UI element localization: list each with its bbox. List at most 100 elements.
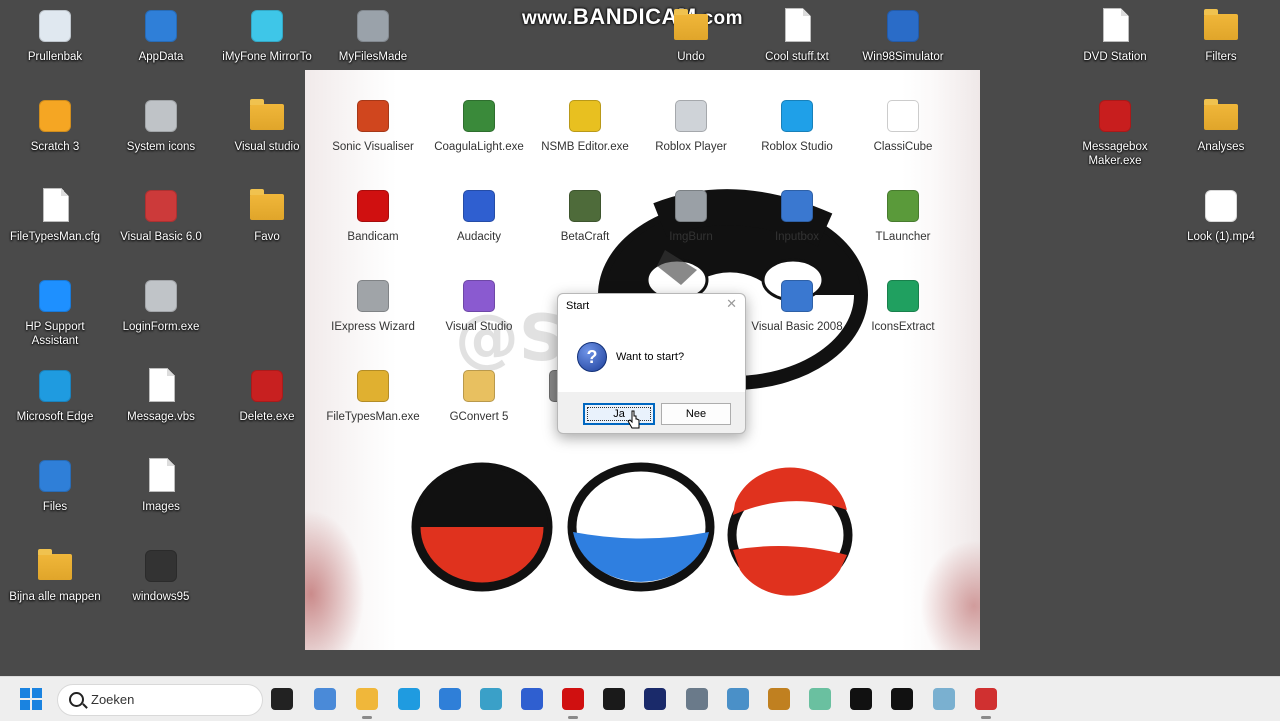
dialog-titlebar[interactable]: Start ✕ — [558, 294, 745, 318]
grass-block-icon — [883, 186, 923, 226]
store-icon — [439, 688, 461, 710]
desktop-icon-vb2008[interactable]: Visual Basic 2008 — [749, 276, 845, 334]
desktop-icon-look[interactable]: Look (1).mp4 — [1173, 186, 1269, 244]
start-button[interactable] — [20, 688, 42, 710]
desktop-icon-images[interactable]: Images — [113, 456, 209, 514]
desktop-icon-label: CoagulaLight.exe — [434, 141, 524, 153]
notepad-icon — [809, 688, 831, 710]
recycle-bin-icon — [35, 6, 75, 46]
desktop-icon-filetypescfg[interactable]: FileTypesMan.cfg — [7, 186, 103, 244]
taskbar-app-terminal[interactable] — [600, 685, 628, 713]
taskbar-app-capcut[interactable] — [847, 685, 875, 713]
desktop-icon-label: Visual Studio — [445, 321, 513, 333]
roblox-icon — [671, 96, 711, 136]
windows-flag-icon — [141, 546, 181, 586]
desktop-icon-label: FileTypesMan.cfg — [9, 231, 101, 243]
desktop-icon-label: Files — [42, 501, 68, 513]
desktop-icon-iconsextract[interactable]: IconsExtract — [855, 276, 951, 334]
desktop-icon-edge[interactable]: Microsoft Edge — [7, 366, 103, 424]
desktop-icon-label: iMyFone MirrorTo — [222, 51, 312, 63]
desktop-icon-betacraft[interactable]: BetaCraft — [537, 186, 633, 244]
desktop-icon-myfilesmade[interactable]: MyFilesMade — [325, 6, 421, 64]
desktop-icon-sonicvis[interactable]: Sonic Visualiser — [325, 96, 421, 154]
vb6-cubes-icon — [141, 186, 181, 226]
taskbar-app-capcut2[interactable] — [888, 685, 916, 713]
visual-studio-icon — [459, 276, 499, 316]
desktop-icon-files[interactable]: Files — [7, 456, 103, 514]
desktop-icon-delete[interactable]: Delete.exe — [219, 366, 315, 424]
desktop-icon-tlauncher[interactable]: TLauncher — [855, 186, 951, 244]
desktop-icon-messagebox[interactable]: Messagebox Maker.exe — [1067, 96, 1163, 168]
dialog-body: ? Want to start? — [558, 318, 745, 392]
script-file-icon — [141, 366, 181, 406]
desktop-icon-imyfone[interactable]: iMyFone MirrorTo — [219, 6, 315, 64]
mario-icon — [565, 96, 605, 136]
desktop-icon-label: Roblox Studio — [761, 141, 833, 153]
desktop-icon-inputbox[interactable]: Inputbox — [749, 186, 845, 244]
gear-window-icon — [141, 276, 181, 316]
desktop-icon-gconvert[interactable]: GConvert 5 — [431, 366, 527, 424]
taskbar-app-eraser[interactable] — [930, 685, 958, 713]
taskbar-app-chrome[interactable] — [311, 685, 339, 713]
desktop-icon-label: ClassiCube — [873, 141, 933, 153]
desktop-icon-classicube[interactable]: ClassiCube — [855, 96, 951, 154]
desktop-icon-undo[interactable]: Undo — [643, 6, 739, 64]
desktop-icon-messagevbs[interactable]: Message.vbs — [113, 366, 209, 424]
desktop-icon-bijna[interactable]: Bijna alle mappen — [7, 546, 103, 604]
desktop-icon-robloxstudio[interactable]: Roblox Studio — [749, 96, 845, 154]
taskbar-app-edge[interactable] — [395, 685, 423, 713]
taskbar-app-globe[interactable] — [477, 685, 505, 713]
taskbar-app-bandicam[interactable] — [559, 685, 587, 719]
desktop-icon-visualstudio_f[interactable]: Visual studio — [219, 96, 315, 154]
desktop-icon-filetypesman[interactable]: FileTypesMan.exe — [325, 366, 421, 424]
yes-button[interactable]: Ja — [583, 403, 655, 425]
desktop-icon-systemicons[interactable]: System icons — [113, 96, 209, 154]
desktop-icon-loginform[interactable]: LoginForm.exe — [113, 276, 209, 334]
desktop-icon-visualstudio[interactable]: Visual Studio — [431, 276, 527, 334]
search-placeholder: Zoeken — [91, 692, 135, 707]
desktop-icon-filters[interactable]: Filters — [1173, 6, 1269, 64]
desktop-icon-hpsupport[interactable]: HP Support Assistant — [7, 276, 103, 348]
taskbar-app-notepad[interactable] — [806, 685, 834, 713]
desktop-icon-coagula[interactable]: CoagulaLight.exe — [431, 96, 527, 154]
desktop-icon-nsmb[interactable]: NSMB Editor.exe — [537, 96, 633, 154]
mirror-icon — [247, 6, 287, 46]
taskbar-app-monitor[interactable] — [724, 685, 752, 713]
mouse-cursor-icon — [627, 410, 640, 429]
taskbar-search-box[interactable]: Zoeken — [57, 684, 263, 716]
desktop-icon-windows95[interactable]: windows95 — [113, 546, 209, 604]
desktop-icon-appdata[interactable]: AppData — [113, 6, 209, 64]
desktop-icon-dvdstation[interactable]: DVD Station — [1067, 6, 1163, 64]
desktop-icon-audacity[interactable]: Audacity — [431, 186, 527, 244]
folder-icon — [671, 6, 711, 46]
desktop-icon-analyses[interactable]: Analyses — [1173, 96, 1269, 154]
taskbar-app-toolbox[interactable] — [972, 685, 1000, 719]
taskbar-app-taskview[interactable] — [268, 685, 296, 713]
desktop-icon-iexpress[interactable]: IExpress Wizard — [325, 276, 421, 334]
desktop-icon-vb6[interactable]: Visual Basic 6.0 — [113, 186, 209, 244]
taskbar-app-audacity[interactable] — [518, 685, 546, 713]
toolbox-icon — [975, 688, 997, 710]
taskbar-app-settings[interactable] — [683, 685, 711, 713]
taskbar-app-store[interactable] — [436, 685, 464, 713]
question-icon: ? — [577, 342, 607, 372]
desktop-icon-robloxplayer[interactable]: Roblox Player — [643, 96, 739, 154]
desktop-icon-label: windows95 — [132, 591, 190, 603]
desktop-icon-bandicam[interactable]: Bandicam — [325, 186, 421, 244]
dialog-close-button[interactable]: ✕ — [726, 297, 737, 312]
desktop-icon-scratch3[interactable]: Scratch 3 — [7, 96, 103, 154]
dvd-drive-icon — [353, 6, 393, 46]
desktop-icon-prullenbak[interactable]: Prullenbak — [7, 6, 103, 64]
no-button[interactable]: Nee — [661, 403, 731, 425]
taskbar-app-explorer[interactable] — [353, 685, 381, 719]
edge-icon — [35, 366, 75, 406]
taskbar-app-rh[interactable] — [765, 685, 793, 713]
desktop-icon-favo[interactable]: Favo — [219, 186, 315, 244]
desktop-icon-win98sim[interactable]: Win98Simulator — [855, 6, 951, 64]
desktop-icon-coolstuff[interactable]: Cool stuff.txt — [749, 6, 845, 64]
countryball-netherlands — [567, 462, 715, 592]
desktop-icon-imgburn[interactable]: ImgBurn — [643, 186, 739, 244]
taskbar-app-lightning[interactable] — [641, 685, 669, 713]
desktop-icon-label: Win98Simulator — [862, 51, 944, 63]
grid-window-icon — [353, 366, 393, 406]
